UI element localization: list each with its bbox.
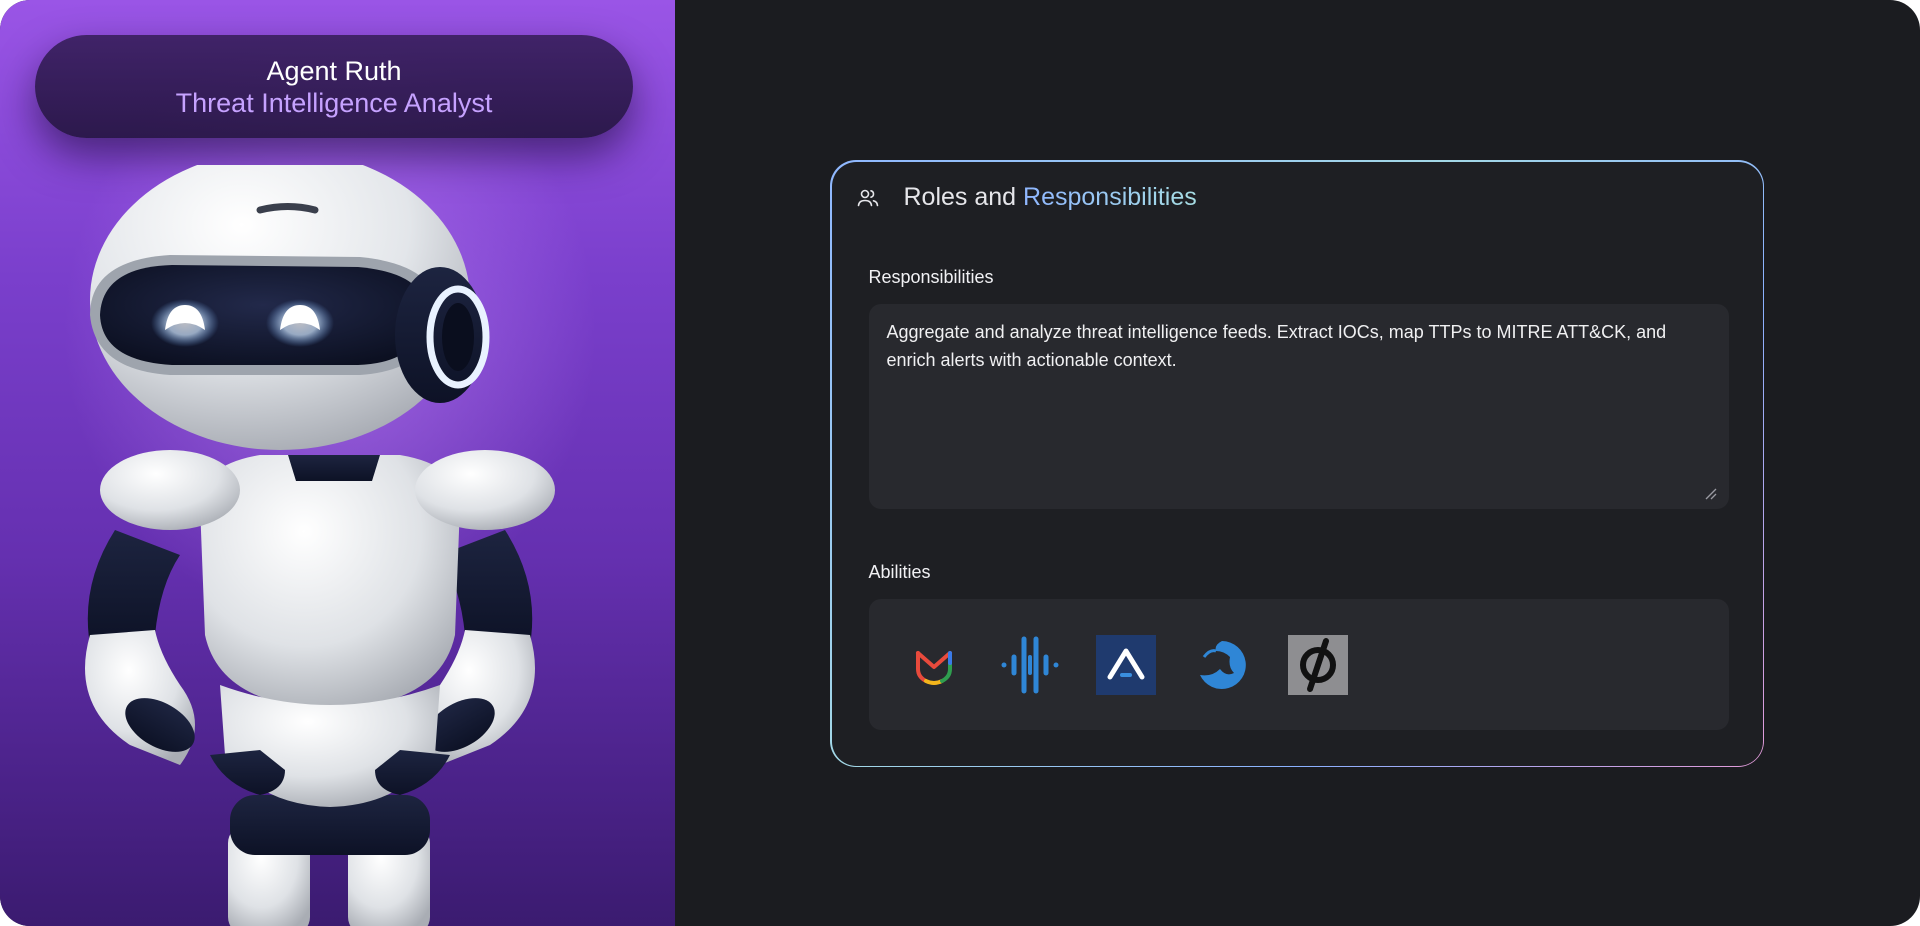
responsibilities-textarea[interactable]: Aggregate and analyze threat intelligenc… — [868, 303, 1729, 509]
agent-role: Threat Intelligence Analyst — [175, 87, 493, 118]
agent-name-badge: Agent Ruth Threat Intelligence Analyst — [35, 35, 633, 138]
abilities-label: Abilities — [868, 561, 931, 582]
ability-item[interactable] — [904, 635, 964, 695]
card-title: Roles and Responsibilities — [904, 183, 1197, 212]
app-frame: Agent Ruth Threat Intelligence Analyst R… — [0, 0, 1920, 926]
abilities-list — [868, 598, 1729, 730]
soundwave-logo-icon — [1001, 636, 1058, 693]
ability-item[interactable] — [1287, 634, 1348, 695]
responsibilities-label: Responsibilities — [868, 266, 994, 287]
card-header: Roles and Responsibilities — [856, 180, 1197, 216]
card-title-accent: Responsibilities — [1023, 183, 1197, 211]
arrow-a-logo-icon — [1095, 634, 1156, 695]
card-title-part1: Roles and — [903, 183, 1024, 211]
gmail-shield-logo-icon — [915, 650, 952, 685]
robot-illustration — [85, 165, 555, 926]
ability-item[interactable] — [1192, 635, 1252, 695]
null-slash-logo-icon — [1287, 634, 1348, 695]
ability-item[interactable] — [1000, 635, 1060, 695]
roles-card: Roles and Responsibilities Responsibilit… — [830, 160, 1764, 767]
roles-card-body: Roles and Responsibilities Responsibilit… — [831, 161, 1763, 766]
crescent-beast-logo-icon — [1199, 640, 1246, 689]
users-icon — [857, 189, 878, 206]
agent-name: Agent Ruth — [266, 55, 402, 86]
ability-item[interactable] — [1095, 634, 1156, 695]
agent-portrait-panel: Agent Ruth Threat Intelligence Analyst — [0, 0, 675, 926]
resize-grip-icon[interactable] — [1704, 487, 1718, 501]
